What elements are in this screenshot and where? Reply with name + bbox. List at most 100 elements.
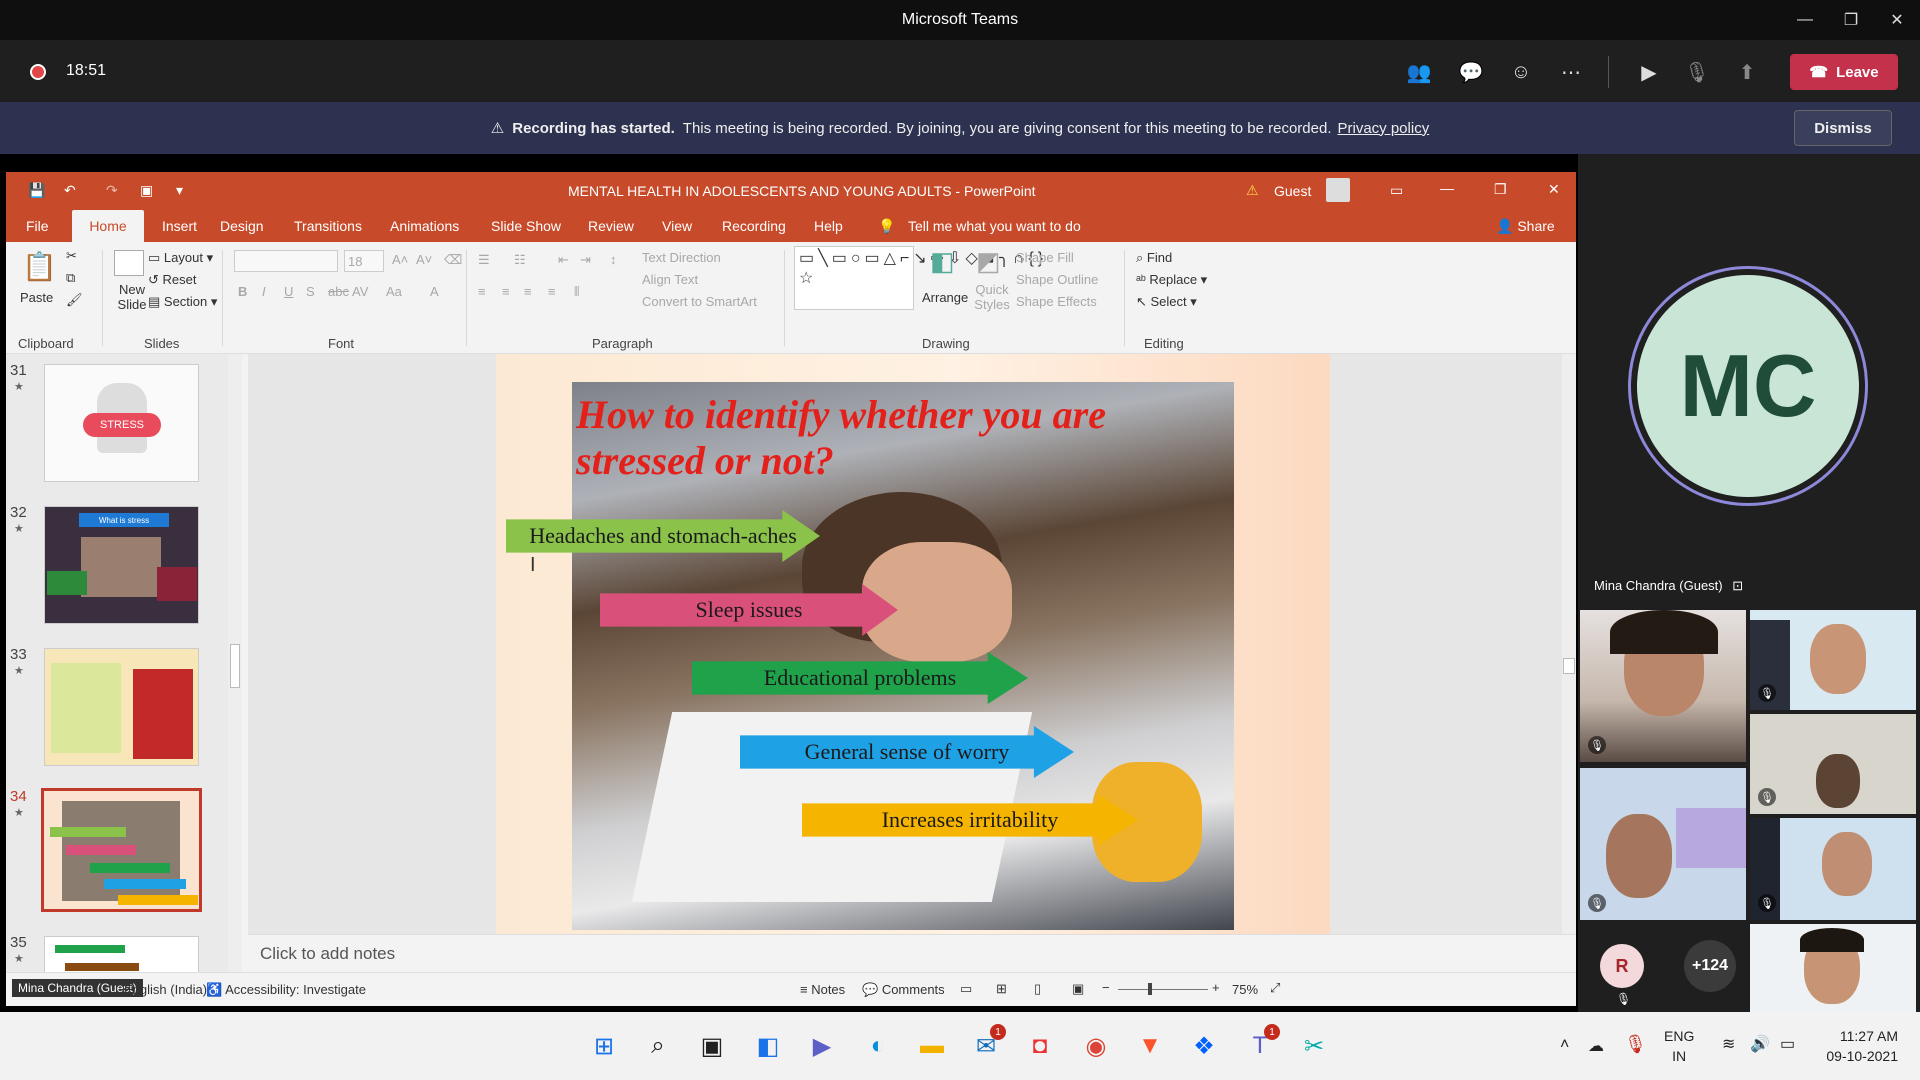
zoom-slider[interactable] [1118, 989, 1208, 990]
share-button[interactable]: 👤 Share [1496, 218, 1555, 235]
input-language[interactable]: ENG IN [1664, 1026, 1694, 1066]
shapes-gallery[interactable]: ▭╲▭○▭△⌐↘⇨⇩◇↘╮∩{}☆ [794, 246, 1043, 310]
restore-icon[interactable]: ❐ [1828, 0, 1874, 40]
layout-button[interactable]: ▭ Layout ▾ [148, 250, 213, 266]
file-explorer-icon[interactable]: ▬ [914, 1028, 950, 1064]
participant-video-3[interactable]: 🎙 [1750, 714, 1916, 814]
task-view-icon[interactable]: ▣ [694, 1028, 730, 1064]
increase-indent-icon[interactable]: ⇥ [580, 252, 591, 268]
paste-icon[interactable]: 📋 [22, 250, 57, 283]
tab-insert[interactable]: Insert [162, 218, 197, 234]
align-left-icon[interactable]: ≡ [478, 284, 486, 299]
align-text-button[interactable]: Align Text [642, 272, 698, 287]
participant-video-1[interactable]: 🎙 [1580, 610, 1746, 762]
widgets-icon[interactable]: ◧ [750, 1028, 786, 1064]
more-options-icon[interactable]: ⋯ [1556, 58, 1586, 86]
close-icon[interactable]: ✕ [1548, 181, 1560, 198]
font-shrink-icon[interactable]: A˅ [416, 252, 432, 267]
slide-thumbnail-35[interactable] [44, 936, 199, 976]
minimize-icon[interactable]: — [1440, 180, 1454, 196]
save-icon[interactable]: 💾 [28, 182, 45, 199]
close-icon[interactable]: ✕ [1874, 0, 1920, 40]
section-button[interactable]: ▤ Section ▾ [148, 294, 217, 310]
leave-button[interactable]: ☎ Leave [1790, 54, 1898, 90]
tab-design[interactable]: Design [220, 218, 264, 234]
reactions-icon[interactable]: ☺ [1506, 58, 1536, 86]
editor-scrollbar[interactable] [1562, 354, 1576, 934]
people-icon[interactable]: 👥 [1404, 58, 1434, 86]
chat-icon[interactable]: 💬 [1456, 58, 1486, 86]
find-button[interactable]: ⌕ Find [1136, 250, 1172, 266]
volume-icon[interactable]: 🔊 [1750, 1034, 1770, 1054]
cut-icon[interactable]: ✂ [66, 248, 77, 264]
slide-thumbnail-31[interactable]: STRESS [44, 364, 199, 482]
participant-video-2[interactable]: 🎙 [1750, 610, 1916, 710]
new-slide-icon[interactable] [114, 250, 144, 276]
numbering-icon[interactable]: ☷ [514, 252, 526, 268]
chevron-up-icon[interactable]: ˄ [1560, 1036, 1569, 1054]
select-button[interactable]: ↖ Select ▾ [1136, 294, 1197, 310]
bullets-icon[interactable]: ☰ [478, 252, 490, 268]
edge-icon[interactable]: ◐ [860, 1028, 896, 1064]
brave-icon[interactable]: ▼ [1132, 1028, 1168, 1064]
reset-button[interactable]: ↺ Reset [148, 272, 196, 288]
thumbnails-scrollbar[interactable] [228, 354, 242, 974]
normal-view-icon[interactable]: ▭ [960, 981, 972, 997]
privacy-policy-link[interactable]: Privacy policy [1338, 120, 1430, 137]
notes-button[interactable]: ≡ Notes [800, 982, 845, 997]
ribbon-display-icon[interactable]: ▭ [1390, 182, 1403, 199]
shadow-icon[interactable]: S [306, 284, 315, 299]
dismiss-button[interactable]: Dismiss [1794, 110, 1892, 146]
accessibility-status[interactable]: ♿ Accessibility: Investigate [206, 982, 366, 998]
change-case-icon[interactable]: Aa [386, 284, 402, 299]
user-avatar[interactable] [1326, 178, 1350, 202]
slide-thumbnail-33[interactable] [44, 648, 199, 766]
dropbox-icon[interactable]: ❖ [1186, 1028, 1222, 1064]
new-slide-button[interactable]: New Slide [112, 282, 152, 312]
slide-canvas[interactable]: How to identify whether you are stressed… [496, 354, 1330, 944]
format-painter-icon[interactable]: 🖌 [66, 292, 83, 308]
quick-styles-icon[interactable]: ◩ [976, 246, 1001, 277]
slide-thumbnails-pane[interactable]: 31 ★ STRESS 32 ★ What is stress 33 ★ 34 … [6, 354, 241, 976]
zoom-in-icon[interactable]: + [1212, 980, 1220, 995]
font-color-icon[interactable]: A [430, 284, 439, 299]
tab-help[interactable]: Help [814, 218, 843, 234]
text-direction-button[interactable]: Text Direction [642, 250, 721, 265]
teams-icon[interactable]: T 1 [1242, 1024, 1280, 1064]
tab-slide-show[interactable]: Slide Show [491, 218, 561, 234]
zoom-level[interactable]: 75% [1232, 982, 1258, 997]
tab-recording[interactable]: Recording [722, 218, 786, 234]
system-clock[interactable]: 11:27 AM 09-10-2021 [1826, 1026, 1898, 1066]
restore-icon[interactable]: ❐ [1494, 181, 1507, 198]
justify-icon[interactable]: ≡ [548, 284, 556, 299]
quick-styles-button[interactable]: Quick Styles [972, 282, 1012, 312]
microphone-icon[interactable]: 🎙 [1682, 58, 1712, 86]
bold-icon[interactable]: B [238, 284, 247, 299]
slide-sorter-icon[interactable]: ⊞ [996, 981, 1007, 997]
font-grow-icon[interactable]: A˄ [392, 252, 408, 267]
more-participants-button[interactable]: +124 [1684, 940, 1736, 992]
shape-outline-button[interactable]: Shape Outline [1016, 272, 1098, 287]
tab-review[interactable]: Review [588, 218, 634, 234]
participant-video-5[interactable]: 🎙 [1750, 818, 1916, 920]
slideshow-view-icon[interactable]: ▣ [1072, 981, 1084, 997]
user-name[interactable]: Guest [1274, 183, 1311, 199]
italic-icon[interactable]: I [262, 284, 266, 299]
shape-fill-button[interactable]: Shape Fill [1016, 250, 1074, 265]
zoom-out-icon[interactable]: − [1102, 980, 1110, 995]
chrome-icon[interactable]: ◉ [1078, 1028, 1114, 1064]
reading-view-icon[interactable]: ▯ [1034, 981, 1041, 997]
paste-button[interactable]: Paste [20, 290, 53, 305]
columns-icon[interactable]: ⫴ [574, 284, 579, 300]
align-center-icon[interactable]: ≡ [502, 284, 510, 299]
snipping-tool-icon[interactable]: ✂ [1296, 1028, 1332, 1064]
redo-icon[interactable]: ↷ [106, 182, 118, 199]
slide-thumbnail-32[interactable]: What is stress [44, 506, 199, 624]
convert-smartart-button[interactable]: Convert to SmartArt [642, 294, 757, 309]
share-screen-icon[interactable]: ⬆ [1732, 58, 1762, 86]
font-name-dropdown[interactable] [234, 250, 338, 272]
featured-participant-avatar[interactable]: MC [1628, 266, 1868, 506]
onedrive-icon[interactable]: ☁ [1588, 1036, 1604, 1056]
arrange-button[interactable]: Arrange [922, 290, 968, 305]
notes-pane[interactable]: Click to add notes [248, 934, 1576, 972]
